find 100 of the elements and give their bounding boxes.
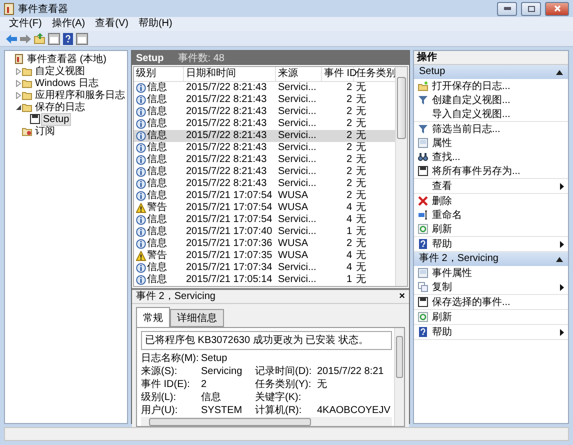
table-cell-text: 无 bbox=[355, 250, 367, 262]
event-row[interactable]: 信息 2015/7/22 8:21:43 Servici... 2 无 bbox=[134, 130, 395, 142]
tree-item[interactable]: 应用程序和服务日志 bbox=[33, 88, 127, 102]
event-row[interactable]: 信息 2015/7/21 17:07:36 WUSA 2 无 bbox=[134, 238, 395, 250]
table-cell-text: Servici... bbox=[277, 166, 318, 178]
table-cell-text: 无 bbox=[355, 118, 367, 130]
table-cell-text: Servici... bbox=[277, 118, 318, 130]
action-item[interactable]: 打开保存的日志... bbox=[414, 79, 568, 93]
event-row[interactable]: 警告 2015/7/21 17:07:54 WUSA 4 无 bbox=[134, 202, 395, 214]
level-text: 警告 bbox=[147, 202, 167, 214]
back-arrow-icon bbox=[6, 34, 17, 44]
tree-item[interactable]: Windows 日志 bbox=[33, 76, 100, 90]
section-header[interactable]: 事件 2，Servicing bbox=[414, 252, 568, 266]
action-item[interactable]: 将所有事件另存为... bbox=[414, 164, 568, 178]
level-text: 信息 bbox=[147, 142, 167, 154]
column-header[interactable]: 日期和时间 bbox=[184, 67, 276, 81]
event-row[interactable]: 警告 2015/7/21 17:07:35 WUSA 4 无 bbox=[134, 250, 395, 262]
close-button[interactable] bbox=[545, 2, 569, 16]
action-item[interactable]: 刷新 bbox=[414, 310, 568, 324]
tab[interactable]: 常规 bbox=[136, 307, 170, 327]
tab[interactable]: 详细信息 bbox=[170, 309, 224, 327]
event-row[interactable]: 信息 2015/7/21 17:07:40 Servici... 1 无 bbox=[134, 226, 395, 238]
table-cell-text: 2 bbox=[345, 118, 353, 130]
action-item[interactable]: 保存选择的事件... bbox=[414, 295, 568, 309]
menu-item[interactable]: 帮助(H) bbox=[133, 17, 178, 31]
table-cell-text: 4 bbox=[345, 214, 353, 226]
action-item[interactable]: 创建自定义视图... bbox=[414, 93, 568, 107]
folder-icon bbox=[418, 81, 428, 91]
event-row[interactable]: 信息 2015/7/22 8:21:43 Servici... 2 无 bbox=[134, 166, 395, 178]
action-item[interactable]: 查找... bbox=[414, 150, 568, 164]
menu-item[interactable]: 文件(F) bbox=[4, 17, 47, 31]
column-header[interactable]: 事件 ID bbox=[322, 67, 354, 81]
event-row[interactable]: 信息 2015/7/22 8:21:43 Servici... 2 无 bbox=[134, 178, 395, 190]
table-cell-text: Servici... bbox=[277, 142, 318, 154]
filter-icon bbox=[418, 95, 428, 105]
menu-item[interactable]: 操作(A) bbox=[46, 17, 90, 31]
submenu-arrow-icon bbox=[560, 182, 564, 190]
event-row[interactable]: 信息 2015/7/22 8:21:43 Servici... 2 无 bbox=[134, 94, 395, 106]
event-row[interactable]: 信息 2015/7/22 8:21:43 Servici... 2 无 bbox=[134, 118, 395, 130]
info-icon bbox=[136, 95, 146, 105]
field-value: SYSTEM bbox=[201, 405, 244, 417]
field-value: 无 bbox=[317, 379, 328, 391]
menu-item[interactable]: 查看(V) bbox=[90, 17, 134, 31]
table-cell-text: 2 bbox=[345, 154, 353, 166]
event-viewer-icon bbox=[14, 54, 24, 64]
table-cell-text: 2015/7/21 17:07:54 bbox=[185, 202, 274, 214]
table-cell-text: 无 bbox=[355, 190, 367, 202]
table-cell-text: 2015/7/21 17:07:40 bbox=[185, 226, 274, 238]
section-header[interactable]: Setup bbox=[414, 65, 568, 79]
level-text: 信息 bbox=[147, 106, 167, 118]
info-icon bbox=[136, 215, 146, 225]
action-item[interactable]: 复制 bbox=[414, 280, 568, 294]
warning-icon bbox=[136, 251, 146, 261]
table-cell-text: Servici... bbox=[277, 106, 318, 118]
field-value: 信息 bbox=[201, 392, 222, 404]
close-button[interactable]: × bbox=[399, 290, 405, 302]
action-item[interactable]: 事件属性 bbox=[414, 266, 568, 280]
info-icon bbox=[136, 83, 146, 93]
action-item[interactable]: 刷新 bbox=[414, 222, 568, 236]
tree-item[interactable]: Setup bbox=[41, 112, 72, 126]
event-row[interactable]: 信息 2015/7/22 8:21:43 Servici... 2 无 bbox=[134, 154, 395, 166]
action-item[interactable]: 查看 bbox=[414, 179, 568, 193]
scrollbar[interactable] bbox=[141, 417, 392, 426]
tree-item[interactable]: 自定义视图 bbox=[33, 64, 87, 78]
action-item[interactable]: 帮助 bbox=[414, 237, 568, 251]
action-item[interactable]: 筛选当前日志... bbox=[414, 122, 568, 136]
table-cell-text: 2 bbox=[345, 82, 353, 94]
table-cell-text: 2 bbox=[345, 166, 353, 178]
info-icon bbox=[136, 191, 146, 201]
event-row[interactable]: 信息 2015/7/22 8:21:43 Servici... 2 无 bbox=[134, 82, 395, 94]
level-text: 信息 bbox=[147, 262, 167, 274]
event-row[interactable]: 信息 2015/7/22 8:21:43 Servici... 2 无 bbox=[134, 142, 395, 154]
event-row[interactable]: 信息 2015/7/21 17:07:54 WUSA 2 无 bbox=[134, 190, 395, 202]
action-item[interactable]: 帮助 bbox=[414, 325, 568, 339]
action-item[interactable]: 重命名 bbox=[414, 208, 568, 222]
tree-item[interactable]: 保存的日志 bbox=[33, 100, 87, 114]
tree-item[interactable]: 事件查看器 (本地) bbox=[25, 52, 108, 66]
event-row[interactable]: 信息 2015/7/21 17:07:54 Servici... 4 无 bbox=[134, 214, 395, 226]
minimize-button[interactable] bbox=[497, 2, 517, 16]
forward-arrow-icon bbox=[20, 34, 31, 44]
info-icon bbox=[136, 119, 146, 129]
level-text: 信息 bbox=[147, 154, 167, 166]
event-row[interactable]: 信息 2015/7/22 8:21:43 Servici... 2 无 bbox=[134, 106, 395, 118]
maximize-button[interactable] bbox=[521, 2, 541, 16]
column-header[interactable]: 来源 bbox=[276, 67, 322, 81]
close-icon bbox=[554, 5, 560, 12]
scrollbar[interactable] bbox=[395, 67, 407, 286]
action-item[interactable]: 导入自定义视图... bbox=[414, 107, 568, 121]
scrollbar[interactable] bbox=[394, 328, 404, 426]
event-row[interactable]: 信息 2015/7/21 17:05:14 Servici... 1 无 bbox=[134, 274, 395, 286]
action-item[interactable]: 删除 bbox=[414, 194, 568, 208]
info-icon bbox=[136, 107, 146, 117]
table-cell-text: 无 bbox=[355, 274, 367, 286]
action-item[interactable]: 属性 bbox=[414, 136, 568, 150]
event-row[interactable]: 信息 2015/7/21 17:07:34 Servici... 4 无 bbox=[134, 262, 395, 274]
table-cell-text: Servici... bbox=[277, 154, 318, 166]
maximize-icon bbox=[528, 6, 534, 12]
tree-item[interactable]: 订阅 bbox=[33, 124, 57, 138]
column-header[interactable]: 级别 bbox=[134, 67, 184, 81]
table-cell-text: 2015/7/22 8:21:43 bbox=[185, 82, 268, 94]
